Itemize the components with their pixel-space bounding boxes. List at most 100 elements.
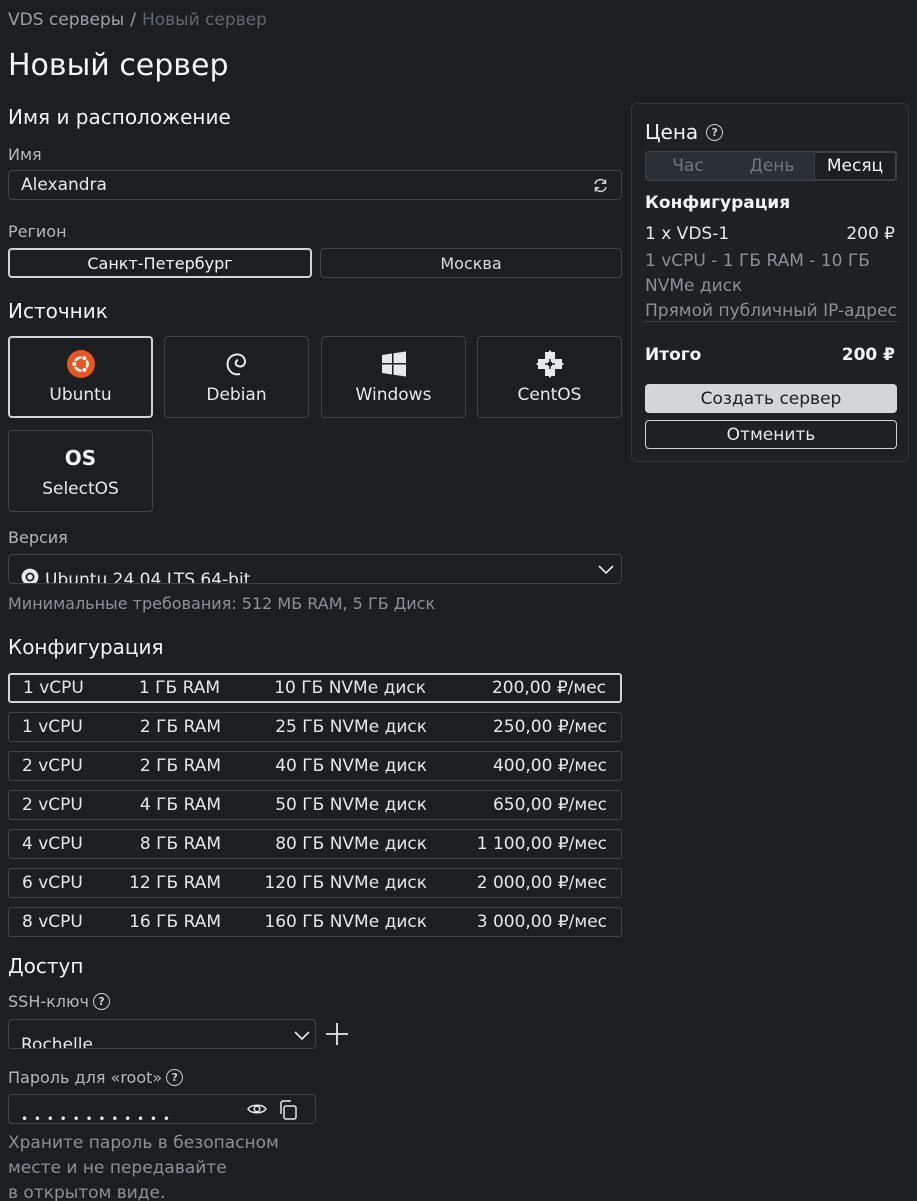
root-password-label: Пароль для «root» xyxy=(8,1068,163,1087)
config-disk: 10 ГБ NVMe диск xyxy=(274,678,426,698)
config-price: 3 000,00 ₽/мес xyxy=(476,912,607,932)
config-ram: 8 ГБ RAM xyxy=(139,834,221,854)
os-name: CentOS xyxy=(517,385,582,405)
help-icon[interactable]: ? xyxy=(706,123,724,141)
version-select[interactable]: Ubuntu 24.04 LTS 64-bit xyxy=(8,554,622,584)
total-label: Итого xyxy=(645,345,702,365)
selectos-icon: OS xyxy=(64,446,97,470)
os-card-windows[interactable]: Windows xyxy=(321,336,466,418)
breadcrumb-parent-link[interactable]: VDS серверы xyxy=(8,10,124,30)
region-moscow-button[interactable]: Москва xyxy=(320,248,622,278)
ssh-key-value: Rochelle xyxy=(21,1035,93,1049)
tab-day[interactable]: День xyxy=(730,152,814,180)
config-ram: 4 ГБ RAM xyxy=(139,795,221,815)
config-price: 1 100,00 ₽/мес xyxy=(476,834,607,854)
chevron-down-icon xyxy=(597,561,615,580)
config-disk: 160 ГБ NVMe диск xyxy=(264,912,427,932)
price-panel: Цена ? Час День Месяц Конфигурация 1 x V… xyxy=(631,103,909,462)
config-cpu: 6 vCPU xyxy=(22,873,83,893)
name-location-heading: Имя и расположение xyxy=(8,105,231,129)
config-cpu: 1 vCPU xyxy=(22,717,83,737)
config-price: 2 000,00 ₽/мес xyxy=(476,873,607,893)
version-label: Версия xyxy=(8,528,68,547)
eye-icon[interactable] xyxy=(247,1101,267,1121)
price-config-heading: Конфигурация xyxy=(645,193,791,213)
config-disk: 25 ГБ NVMe диск xyxy=(275,717,427,737)
region-label: Регион xyxy=(8,222,67,241)
os-card-centos[interactable]: CentOS xyxy=(477,336,622,418)
item-name: 1 x VDS-1 xyxy=(645,224,730,244)
help-icon[interactable]: ? xyxy=(92,993,110,1010)
config-cpu: 8 vCPU xyxy=(22,912,83,932)
ssh-key-label-row: SSH-ключ ? xyxy=(8,992,110,1011)
panel-divider xyxy=(645,321,897,322)
config-disk: 40 ГБ NVMe диск xyxy=(275,756,427,776)
refresh-icon[interactable] xyxy=(592,177,609,198)
ssh-key-label: SSH-ключ xyxy=(8,992,89,1011)
region-spb-button[interactable]: Санкт-Петербург xyxy=(8,248,312,278)
config-price: 250,00 ₽/мес xyxy=(492,717,607,737)
root-password-field[interactable]: • • • • • • • • • • • • xyxy=(8,1094,316,1124)
debian-icon xyxy=(222,349,252,379)
config-row[interactable]: 4 vCPU 8 ГБ RAM 80 ГБ NVMe диск 1 100,00… xyxy=(8,829,622,859)
config-disk: 80 ГБ NVMe диск xyxy=(275,834,427,854)
os-card-selectos[interactable]: OS SelectOS xyxy=(8,430,153,512)
windows-icon xyxy=(379,349,409,379)
ubuntu-icon xyxy=(66,349,96,379)
os-name: Windows xyxy=(355,385,432,405)
add-ssh-key-plus-icon[interactable] xyxy=(324,1021,350,1051)
config-price: 650,00 ₽/мес xyxy=(492,795,607,815)
source-heading: Источник xyxy=(8,299,108,323)
item-description-line: 1 vCPU - 1 ГБ RAM - 10 ГБ xyxy=(645,251,870,271)
config-ram: 16 ГБ RAM xyxy=(129,912,221,932)
config-row[interactable]: 8 vCPU 16 ГБ RAM 160 ГБ NVMe диск 3 000,… xyxy=(8,907,622,937)
config-price: 200,00 ₽/мес xyxy=(491,678,606,698)
item-price: 200 ₽ xyxy=(846,224,895,244)
item-description: 1 vCPU - 1 ГБ RAM - 10 ГБ NVMe диск Прям… xyxy=(645,249,900,324)
config-row[interactable]: 6 vCPU 12 ГБ RAM 120 ГБ NVMe диск 2 000,… xyxy=(8,868,622,898)
tab-month[interactable]: Месяц xyxy=(814,152,896,180)
config-price: 400,00 ₽/мес xyxy=(492,756,607,776)
os-name: SelectOS xyxy=(42,479,119,499)
item-description-line: NVMe диск xyxy=(645,276,743,296)
config-disk: 50 ГБ NVMe диск xyxy=(275,795,427,815)
version-selected: Ubuntu 24.04 LTS 64-bit xyxy=(21,568,251,584)
total-value: 200 ₽ xyxy=(841,345,895,365)
config-row[interactable]: 2 vCPU 4 ГБ RAM 50 ГБ NVMe диск 650,00 ₽… xyxy=(8,790,622,820)
name-value: Alexandra xyxy=(21,175,107,195)
config-row[interactable]: 1 vCPU 2 ГБ RAM 25 ГБ NVMe диск 250,00 ₽… xyxy=(8,712,622,742)
page-title: Новый сервер xyxy=(8,48,229,83)
cancel-button[interactable]: Отменить xyxy=(645,420,897,449)
config-ram: 2 ГБ RAM xyxy=(139,717,221,737)
create-server-button[interactable]: Создать сервер xyxy=(645,384,897,413)
price-title-row: Цена ? xyxy=(645,120,724,144)
ubuntu-small-icon xyxy=(21,568,39,583)
ssh-key-select[interactable]: Rochelle xyxy=(8,1019,316,1049)
version-value: Ubuntu 24.04 LTS 64-bit xyxy=(45,569,251,584)
copy-icon[interactable] xyxy=(277,1099,299,1123)
password-hint-line: Храните пароль в безопасном xyxy=(8,1133,279,1153)
password-hint-line: в открытом виде. xyxy=(8,1183,166,1201)
name-label: Имя xyxy=(8,145,42,164)
configuration-heading: Конфигурация xyxy=(8,635,164,659)
config-cpu: 1 vCPU xyxy=(23,678,84,698)
password-hint-line: месте и не передавайте xyxy=(8,1158,227,1178)
centos-icon xyxy=(535,349,565,379)
name-input[interactable]: Alexandra xyxy=(8,170,622,200)
config-row[interactable]: 1 vCPU 1 ГБ RAM 10 ГБ NVMe диск 200,00 ₽… xyxy=(8,673,622,703)
config-ram: 2 ГБ RAM xyxy=(139,756,221,776)
os-name: Ubuntu xyxy=(49,385,112,405)
help-icon[interactable]: ? xyxy=(166,1069,184,1086)
breadcrumb-separator: / xyxy=(130,10,136,30)
config-row[interactable]: 2 vCPU 2 ГБ RAM 40 ГБ NVMe диск 400,00 ₽… xyxy=(8,751,622,781)
config-ram: 1 ГБ RAM xyxy=(138,678,220,698)
os-card-debian[interactable]: Debian xyxy=(164,336,309,418)
billing-period-tabs: Час День Месяц xyxy=(645,151,897,181)
root-password-label-row: Пароль для «root» ? xyxy=(8,1068,184,1087)
os-card-ubuntu[interactable]: Ubuntu xyxy=(8,336,153,418)
tab-hour[interactable]: Час xyxy=(646,152,730,180)
os-name: Debian xyxy=(206,385,267,405)
breadcrumb: VDS серверы / Новый сервер xyxy=(8,10,267,30)
config-cpu: 2 vCPU xyxy=(22,756,83,776)
password-mask: • • • • • • • • • • • • xyxy=(21,1112,171,1124)
